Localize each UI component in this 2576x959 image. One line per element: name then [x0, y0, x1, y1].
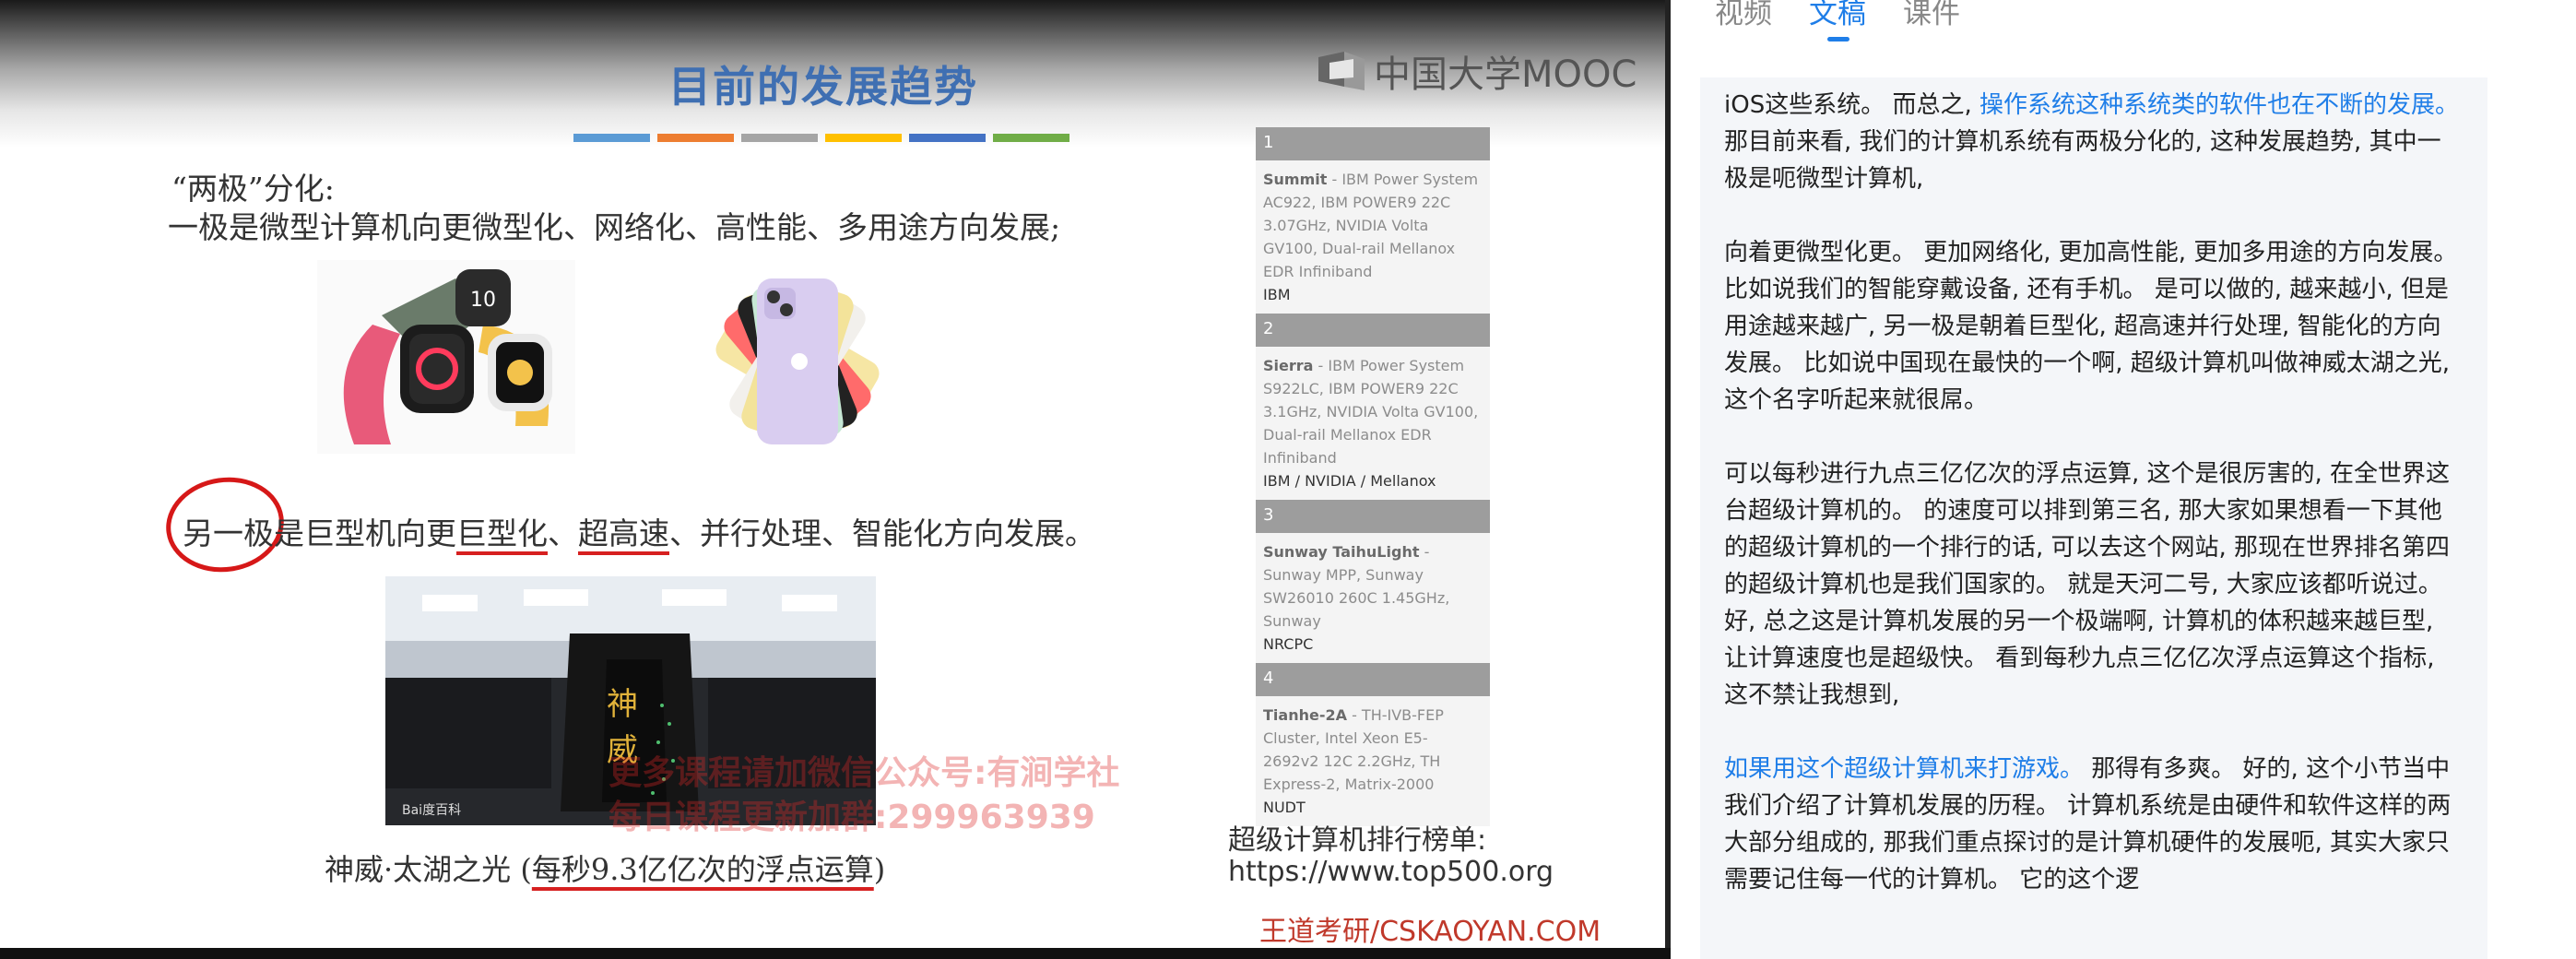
footer-brand: 王道考研/CSKAOYAN.COM — [1259, 916, 1601, 948]
transcript-paragraph: 向着更微型化更。 更加网络化, 更加高性能, 更加多用途的方向发展。 比如说我们… — [1724, 239, 2458, 414]
iphone-photo — [691, 260, 904, 454]
color-bar — [825, 134, 902, 142]
slide-title: 目前的发展趋势 — [668, 62, 978, 112]
mega-pole-lead: 是巨型机向更 — [274, 515, 456, 551]
transcript-paragraph: 如果用这个超级计算机来打游戏。 那得有多爽。 好的, 这个小节当中我们介绍了计算… — [1724, 751, 2464, 898]
mega-keyword-2: 超高速 — [578, 515, 669, 551]
top500-system-name: Sunway TaihuLight — [1263, 543, 1420, 561]
top500-rank: 2 — [1256, 314, 1490, 347]
transcript-highlight[interactable]: 如果用这个超级计算机来打游戏。 — [1724, 755, 2084, 783]
svg-text:10: 10 — [470, 289, 496, 312]
top500-system-name: Summit — [1263, 171, 1328, 188]
mega-pole-rest: 、并行处理、智能化方向发展。 — [669, 515, 1095, 551]
mega-pole-label: 另一极 — [183, 515, 274, 551]
mega-pole-text: 另一极是巨型机向更巨型化、超高速、并行处理、智能化方向发展。 — [183, 509, 1095, 553]
supercomputer-caption: 神威·太湖之光 (每秒9.3亿亿次的浮点运算) — [325, 847, 885, 889]
iphone-illustration — [691, 260, 904, 454]
tab-transcript[interactable]: 文稿 — [1809, 0, 1866, 44]
top500-system-name: Sierra — [1263, 357, 1314, 374]
top500-label: 超级计算机排行榜单: — [1228, 824, 1487, 857]
slide-view: 目前的发展趋势 中国大学MOOC “两极”分化: 一极是微型计算机向更微型化、网… — [0, 0, 1671, 959]
smartwatch-photo: 10 — [317, 260, 575, 454]
baidu-mark: Bai度百科 — [402, 803, 461, 818]
top500-entry: Summit - IBM Power System AC922, IBM POW… — [1256, 160, 1490, 314]
top500-rank: 3 — [1256, 500, 1490, 533]
top500-vendor: IBM / NVIDIA / Mellanox — [1263, 472, 1436, 490]
mooc-logo: 中国大学MOOC — [1317, 44, 1637, 98]
top500-entry: Sunway TaihuLight - Sunway MPP, Sunway S… — [1256, 533, 1490, 663]
top500-url: https://www.top500.org — [1228, 856, 1554, 888]
color-bar — [993, 134, 1069, 142]
slide-bottom-band — [0, 948, 1671, 959]
tab-video[interactable]: 视频 — [1715, 0, 1772, 44]
color-bar — [657, 134, 734, 142]
color-bar — [573, 134, 650, 142]
title-color-bars — [573, 134, 1069, 142]
top500-list: 1 Summit - IBM Power System AC922, IBM P… — [1256, 127, 1490, 826]
caption-name: 神威·太湖之光 ( — [325, 852, 532, 887]
top500-entry: Tianhe-2A - TH-IVB-FEP Cluster, Intel Xe… — [1256, 696, 1490, 826]
micro-pole-text: 一极是微型计算机向更微型化、网络化、高性能、多用途方向发展; — [168, 209, 1061, 245]
mega-sep: 、 — [548, 515, 578, 551]
mooc-logo-icon — [1318, 52, 1365, 90]
top500-rank: 4 — [1256, 663, 1490, 696]
shenwei-char-1: 神 — [607, 686, 638, 723]
transcript-text: 那目前来看, 我们的计算机系统有两极分化的, 这种发展趋势, 其中一极是呃微型计… — [1724, 128, 2441, 193]
panel-tabs: 视频 文稿 课件 — [1715, 0, 1960, 44]
mooc-logo-text: 中国大学MOOC — [1374, 53, 1637, 96]
color-bar — [909, 134, 986, 142]
watermark-overlay: 更多课程请加微信公众号:有涧学社 每日课程更新加群:299963939 — [609, 752, 1119, 840]
transcript-highlight[interactable]: 操作系统这种系统类的软件也在不断的发展。 — [1979, 91, 2459, 119]
caption-speed: 每秒9.3亿亿次的浮点运算 — [531, 852, 874, 887]
color-bar — [741, 134, 818, 142]
watermark-line-2: 每日课程更新加群:299963939 — [609, 799, 1095, 836]
top500-system-name: Tianhe-2A — [1263, 706, 1347, 724]
watermark-line-1: 更多课程请加微信公众号:有涧学社 — [609, 754, 1120, 792]
top500-rank: 1 — [1256, 127, 1490, 160]
mega-keyword-1: 巨型化 — [456, 515, 548, 551]
smartwatch-illustration: 10 — [317, 260, 575, 454]
transcript-text: iOS这些系统。 而总之, — [1724, 91, 1979, 119]
bipolar-heading: “两极”分化: — [171, 171, 335, 207]
transcript-content[interactable]: iOS这些系统。 而总之, 操作系统这种系统类的软件也在不断的发展。 那目前来看… — [1700, 77, 2487, 959]
transcript-paragraph: 可以每秒进行九点三亿亿次的浮点运算, 这个是很厉害的, 在全世界这台超级计算机的… — [1724, 460, 2451, 709]
top500-vendor: NRCPC — [1263, 635, 1314, 653]
tab-courseware[interactable]: 课件 — [1903, 0, 1960, 44]
transcript-panel: 视频 文稿 课件 iOS这些系统。 而总之, 操作系统这种系统类的软件也在不断的… — [1671, 0, 2576, 959]
caption-close: ) — [873, 852, 886, 887]
transcript-paragraph: iOS这些系统。 而总之, 操作系统这种系统类的软件也在不断的发展。 那目前来看… — [1724, 87, 2464, 197]
top500-vendor: IBM — [1263, 286, 1291, 303]
top500-vendor: NUDT — [1263, 799, 1306, 816]
top500-entry: Sierra - IBM Power System S922LC, IBM PO… — [1256, 347, 1490, 500]
